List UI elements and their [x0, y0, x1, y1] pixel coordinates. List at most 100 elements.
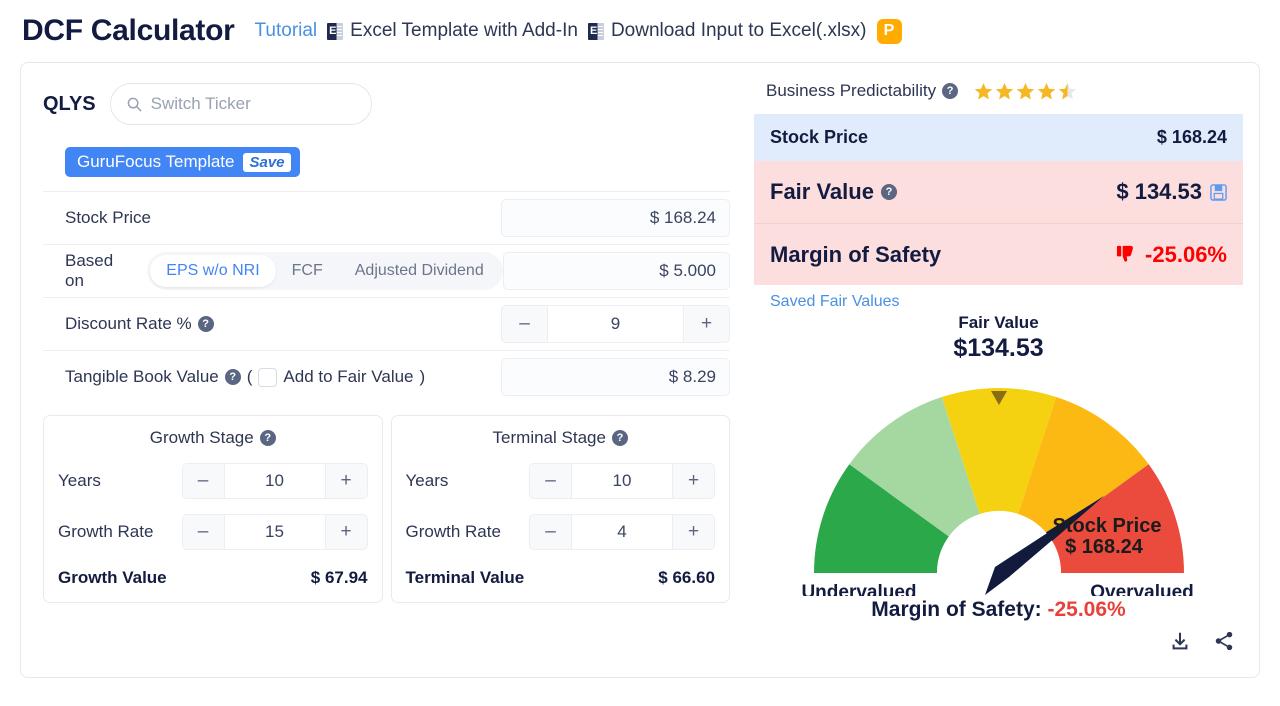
stock-price-row: Stock Price $ 168.24: [43, 191, 730, 244]
results-panel: Business Predictability ? Stock Price $ …: [748, 63, 1259, 677]
fair-value-result-value: $ 134.53: [1116, 179, 1227, 205]
growth-rate-increment-button[interactable]: +: [324, 515, 367, 549]
terminal-stage-card: Terminal Stage ? Years – 10 + Growth Rat…: [390, 415, 730, 603]
tangible-book-value-field[interactable]: $ 8.29: [501, 358, 730, 396]
based-on-row: Based on EPS w/o NRI FCF Adjusted Divide…: [43, 244, 730, 297]
terminal-rate-decrement-button[interactable]: –: [530, 515, 572, 549]
help-icon[interactable]: ?: [259, 430, 276, 446]
gauge-overvalued-label: Overvalued: [1090, 582, 1194, 596]
discount-rate-row: Discount Rate % ? – 9 +: [43, 297, 730, 350]
add-to-fair-value-checkbox[interactable]: [258, 367, 278, 387]
margin-of-safety-result-value: -25.06%: [1116, 242, 1227, 268]
stock-price-result-row: Stock Price $ 168.24: [754, 114, 1243, 161]
growth-years-value[interactable]: 10: [225, 464, 325, 498]
based-on-option-eps[interactable]: EPS w/o NRI: [150, 255, 276, 287]
terminal-value-row: Terminal Value $ 66.60: [406, 568, 716, 588]
gauge-stock-price-label: Stock Price: [1053, 515, 1162, 537]
stock-price-label: Stock Price: [65, 208, 151, 227]
excel-template-link[interactable]: Excel Template with Add-In: [327, 20, 578, 42]
fair-value-result-label: Fair Value ?: [770, 179, 897, 205]
gauge-margin-of-safety-line: Margin of Safety: -25.06%: [754, 598, 1243, 622]
discount-rate-text: Discount Rate %: [65, 314, 192, 333]
discount-rate-stepper: – 9 +: [501, 305, 730, 343]
terminal-years-decrement-button[interactable]: –: [530, 464, 572, 498]
based-on-option-fcf[interactable]: FCF: [276, 255, 339, 287]
tutorial-link[interactable]: Tutorial: [255, 20, 318, 42]
excel-file-icon: [587, 22, 604, 40]
gauge-action-icons: [1169, 630, 1235, 652]
growth-value-amount: $ 67.94: [310, 568, 368, 587]
switch-ticker-box[interactable]: [109, 83, 372, 125]
growth-rate-label: Growth Rate: [58, 522, 154, 541]
business-predictability-row: Business Predictability ?: [754, 81, 1243, 101]
saved-fair-values-link[interactable]: Saved Fair Values: [754, 285, 900, 311]
calculator-card: QLYS GuruFocus Template Save Stock Price…: [20, 62, 1260, 678]
stock-price-result-value: $ 168.24: [1156, 127, 1227, 147]
share-icon[interactable]: [1213, 630, 1235, 652]
gauge-fair-value-label: Fair Value: [958, 313, 1039, 332]
help-icon[interactable]: ?: [880, 184, 897, 200]
search-input[interactable]: [150, 94, 355, 114]
growth-rate-value[interactable]: 15: [225, 515, 325, 549]
terminal-rate-row: Growth Rate – 4 +: [405, 514, 715, 550]
terminal-rate-label: Growth Rate: [405, 522, 501, 541]
ticker-symbol: QLYS: [43, 92, 96, 115]
growth-years-row: Years – 10 +: [58, 463, 368, 499]
excel-file-icon: [327, 22, 344, 40]
half-star-icon: [1058, 82, 1077, 99]
inputs-panel: QLYS GuruFocus Template Save Stock Price…: [21, 63, 748, 677]
template-save-button[interactable]: Save: [243, 152, 291, 172]
template-row: GuruFocus Template Save: [65, 147, 730, 177]
growth-rate-row: Growth Rate – 15 +: [58, 514, 368, 550]
terminal-years-stepper: – 10 +: [529, 463, 715, 499]
page-title: DCF Calculator: [22, 14, 235, 47]
gauge-mos-label: Margin of Safety:: [871, 598, 1042, 621]
gauge-undervalued-label: Undervalued: [801, 582, 916, 596]
gurufocus-template-button[interactable]: GuruFocus Template Save: [65, 147, 300, 177]
help-icon[interactable]: ?: [197, 316, 214, 332]
tangible-book-value-row: Tangible Book Value ? ( Add to Fair Valu…: [43, 350, 730, 403]
growth-years-decrement-button[interactable]: –: [182, 464, 225, 498]
page-header: DCF Calculator Tutorial Excel Template w…: [0, 0, 1280, 58]
growth-value-label: Growth Value: [58, 568, 167, 587]
help-icon[interactable]: ?: [942, 83, 959, 99]
star-icon: [1016, 82, 1035, 99]
thumbs-down-icon: [1117, 245, 1134, 262]
stage-cards: Growth Stage ? Years – 10 + Growth Rate …: [43, 415, 730, 603]
growth-years-label: Years: [58, 471, 101, 490]
premium-badge[interactable]: P: [876, 18, 902, 44]
help-icon[interactable]: ?: [224, 369, 241, 385]
growth-value-row: Growth Value $ 67.94: [58, 568, 368, 588]
growth-stage-title: Growth Stage ?: [58, 428, 368, 448]
stock-price-field[interactable]: $ 168.24: [501, 199, 730, 237]
floppy-save-icon[interactable]: [1210, 183, 1227, 201]
growth-rate-decrement-button[interactable]: –: [182, 515, 225, 549]
terminal-value-amount: $ 66.60: [658, 568, 715, 587]
star-icon: [995, 82, 1014, 99]
terminal-years-row: Years – 10 +: [406, 463, 715, 499]
star-icon: [974, 82, 993, 99]
download-icon[interactable]: [1169, 630, 1191, 652]
terminal-rate-increment-button[interactable]: +: [672, 515, 714, 549]
based-on-value-field[interactable]: $ 5.000: [502, 252, 730, 290]
tangible-book-value-label: Tangible Book Value ? ( Add to Fair Valu…: [65, 367, 425, 387]
growth-years-increment-button[interactable]: +: [324, 464, 367, 498]
paren-close: ): [419, 367, 426, 386]
growth-stage-title-text: Growth Stage: [149, 428, 254, 447]
terminal-years-value[interactable]: 10: [572, 464, 672, 498]
terminal-years-increment-button[interactable]: +: [672, 464, 714, 498]
discount-rate-decrement-button[interactable]: –: [502, 306, 548, 342]
stock-price-result-label: Stock Price: [770, 127, 869, 147]
help-icon[interactable]: ?: [611, 430, 628, 446]
download-input-link[interactable]: Download Input to Excel(.xlsx): [587, 20, 867, 42]
download-input-label: Download Input to Excel(.xlsx): [610, 20, 867, 41]
based-on-option-adjusted-dividend[interactable]: Adjusted Dividend: [339, 255, 500, 287]
margin-of-safety-result-label: Margin of Safety: [770, 241, 942, 267]
gauge-stock-price-value: $ 168.24: [1065, 536, 1144, 558]
discount-rate-value[interactable]: 9: [548, 306, 683, 342]
terminal-rate-value[interactable]: 4: [572, 515, 672, 549]
discount-rate-label: Discount Rate % ?: [65, 314, 214, 334]
business-predictability-label: Business Predictability ?: [766, 81, 959, 101]
discount-rate-increment-button[interactable]: +: [683, 306, 729, 342]
paren-open: (: [246, 367, 253, 386]
